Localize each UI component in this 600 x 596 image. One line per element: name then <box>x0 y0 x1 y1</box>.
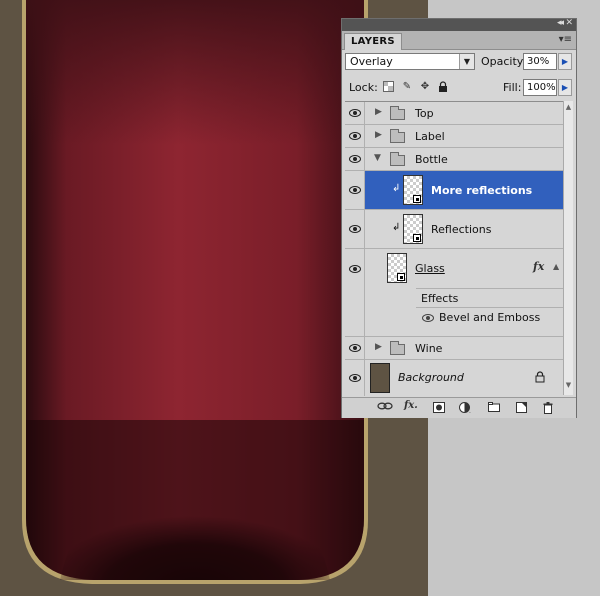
folder-icon <box>390 106 405 120</box>
layer-glass[interactable]: Glass fx ▲ Effects Bevel and Emboss <box>345 249 563 337</box>
panel-bottom-toolbar: fx. . <box>342 397 576 418</box>
eye-icon <box>349 109 361 117</box>
scroll-up-icon[interactable]: ▲ <box>564 103 573 115</box>
fill-input[interactable]: 100% <box>523 79 557 96</box>
eye-icon <box>349 155 361 163</box>
eye-icon <box>349 132 361 140</box>
layer-name: Background <box>398 371 464 384</box>
layer-name: Glass <box>415 262 445 275</box>
layer-label[interactable]: ▶ Label <box>345 125 563 148</box>
layer-name: Label <box>415 130 445 143</box>
layer-thumbnail[interactable] <box>403 175 423 205</box>
layers-scrollbar[interactable]: ▲ ▼ <box>563 101 573 395</box>
smart-object-icon <box>413 234 421 242</box>
tab-layers[interactable]: LAYERS <box>344 33 402 50</box>
eye-icon <box>422 314 434 322</box>
smart-object-icon <box>397 273 405 281</box>
effect-name: Bevel and Emboss <box>439 311 541 324</box>
scroll-down-icon[interactable]: ▼ <box>564 381 573 393</box>
layer-name: Bottle <box>415 153 448 166</box>
layers-panel: ◂◂ ✕ LAYERS ▾≡ Overlay ▼ Opacity: 30% ▶ … <box>341 18 577 418</box>
visibility-toggle[interactable] <box>345 210 365 248</box>
effects-row[interactable]: Effects <box>416 288 563 308</box>
lock-icon <box>535 371 545 383</box>
layer-more-reflections[interactable]: ↲ More reflections <box>345 171 563 210</box>
opacity-slider-button[interactable]: ▶ <box>558 53 572 70</box>
effects-label: Effects <box>421 292 459 305</box>
blend-opacity-row: Overlay ▼ Opacity: 30% ▶ <box>345 52 573 72</box>
clipping-arrow-icon: ↲ <box>392 183 401 194</box>
chevron-down-icon[interactable]: ▼ <box>459 54 474 69</box>
bevel-emboss-row[interactable]: Bevel and Emboss <box>416 308 563 328</box>
visibility-toggle[interactable] <box>345 171 365 209</box>
fx-icon[interactable]: fx <box>533 260 544 273</box>
new-layer-icon[interactable] <box>514 402 528 414</box>
folder-icon <box>390 341 405 355</box>
collapse-triangle-icon[interactable]: ▼ <box>374 153 381 163</box>
folder-icon <box>390 129 405 143</box>
visibility-toggle[interactable] <box>345 249 365 288</box>
layer-name: Top <box>415 107 434 120</box>
folder-icon <box>390 152 405 166</box>
smart-object-icon <box>413 195 421 203</box>
panel-tab-row: LAYERS ▾≡ <box>342 31 576 50</box>
add-mask-icon[interactable] <box>432 402 446 414</box>
layer-thumbnail[interactable] <box>370 363 390 393</box>
clipping-arrow-icon: ↲ <box>392 222 401 233</box>
layers-list: ▶ Top ▶ Label ▼ Bottle ↲ More reflection… <box>345 101 563 396</box>
layer-bottle[interactable]: ▼ Bottle <box>345 148 563 171</box>
layer-name: More reflections <box>431 184 533 197</box>
fill-label: Fill: <box>503 81 522 94</box>
visibility-toggle[interactable] <box>345 337 365 359</box>
adjustment-layer-icon[interactable]: . <box>458 402 474 415</box>
layer-thumbnail[interactable] <box>387 253 407 283</box>
blend-mode-select[interactable]: Overlay ▼ <box>345 53 475 70</box>
svg-text:.: . <box>469 408 471 413</box>
visibility-toggle[interactable] <box>345 148 365 170</box>
layer-top[interactable]: ▶ Top <box>345 102 563 125</box>
lock-move-icon[interactable]: ✥ <box>419 81 431 93</box>
eye-column <box>345 288 365 337</box>
layer-thumbnail[interactable] <box>403 214 423 244</box>
eye-icon <box>349 225 361 233</box>
add-style-fx-icon[interactable]: fx. <box>404 400 418 412</box>
fill-slider-button[interactable]: ▶ <box>558 79 572 96</box>
visibility-toggle[interactable] <box>345 102 365 124</box>
lock-transparent-icon[interactable] <box>382 81 394 93</box>
layer-name: Wine <box>415 342 443 355</box>
layer-name: Reflections <box>431 223 492 236</box>
lock-label: Lock: <box>349 81 378 94</box>
collapse-effects-icon[interactable]: ▲ <box>553 262 559 271</box>
layer-reflections[interactable]: ↲ Reflections <box>345 210 563 249</box>
eye-icon <box>349 264 361 273</box>
blend-mode-value: Overlay <box>350 55 393 68</box>
eye-icon <box>349 186 361 194</box>
close-icon[interactable]: ✕ <box>565 18 573 28</box>
panel-menu-icon[interactable]: ▾≡ <box>559 34 572 45</box>
opacity-input[interactable]: 30% <box>523 53 557 70</box>
panel-titlebar[interactable]: ◂◂ ✕ <box>342 18 576 31</box>
expand-triangle-icon[interactable]: ▶ <box>375 107 382 117</box>
eye-icon <box>349 344 361 352</box>
lock-brush-icon[interactable]: ✎ <box>401 81 413 93</box>
collapse-icon[interactable]: ◂◂ <box>557 18 564 28</box>
lock-all-icon[interactable] <box>437 81 449 93</box>
expand-triangle-icon[interactable]: ▶ <box>375 342 382 352</box>
link-layers-icon[interactable] <box>376 402 394 414</box>
new-group-folder-icon[interactable] <box>487 402 501 414</box>
trash-icon[interactable] <box>541 402 555 414</box>
layer-wine[interactable]: ▶ Wine <box>345 337 563 360</box>
visibility-toggle[interactable] <box>345 360 365 396</box>
visibility-toggle[interactable] <box>345 125 365 147</box>
layer-background[interactable]: Background <box>345 360 563 396</box>
lock-fill-row: Lock: ✎ ✥ Fill: 100% ▶ <box>345 79 573 97</box>
opacity-label: Opacity: <box>481 55 527 68</box>
expand-triangle-icon[interactable]: ▶ <box>375 130 382 140</box>
eye-icon <box>349 374 361 382</box>
